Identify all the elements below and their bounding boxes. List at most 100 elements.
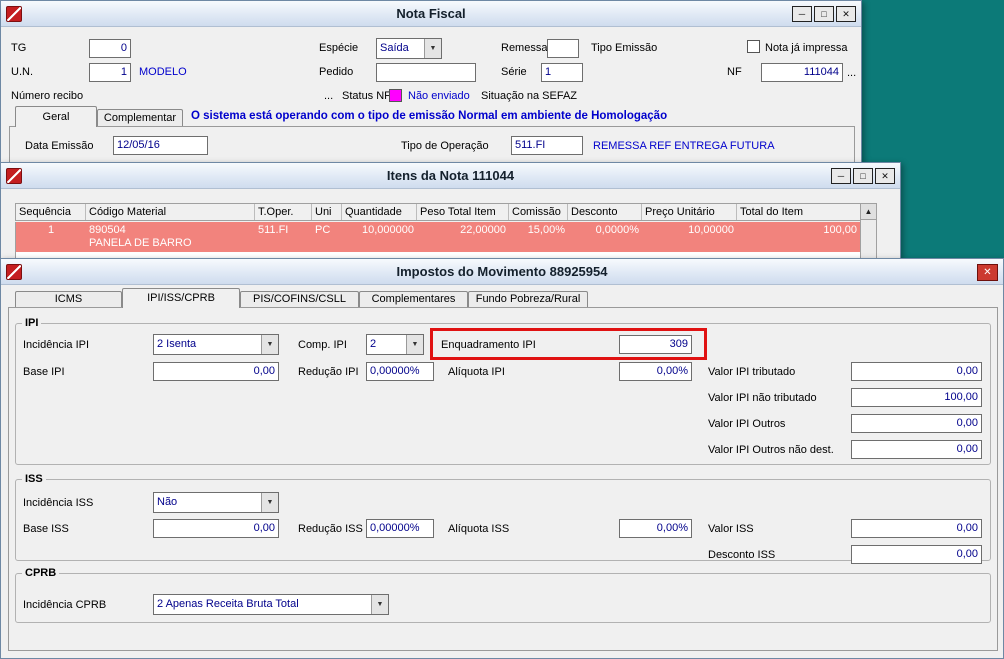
valor-ipi-outros-nao-dest-label: Valor IPI Outros não dest. [708, 444, 834, 456]
aliquota-ipi-input[interactable]: 0,00% [619, 362, 692, 381]
tipo-operacao-descricao: REMESSA REF ENTREGA FUTURA [593, 140, 775, 152]
status-nfe-value: Não enviado [408, 90, 470, 102]
tipo-emissao-label: Tipo Emissão [591, 42, 658, 54]
cell-preco-unitario: 10,00000 [688, 224, 734, 236]
close-button[interactable]: ✕ [836, 6, 856, 22]
tg-input[interactable]: 0 [89, 39, 131, 58]
maximize-button[interactable]: □ [814, 6, 834, 22]
tab-geral[interactable]: Geral [15, 106, 97, 127]
numero-recibo-label: Número recibo [11, 90, 84, 102]
aliquota-iss-label: Alíquota ISS [448, 523, 510, 535]
reducao-iss-input[interactable]: 0,00000% [366, 519, 434, 538]
close-button[interactable]: ✕ [977, 264, 998, 281]
valor-ipi-nao-tributado-label: Valor IPI não tributado [708, 392, 817, 404]
enquadramento-ipi-label: Enquadramento IPI [441, 339, 536, 351]
itens-titlebar[interactable]: Itens da Nota 111044 ─ □ ✕ [1, 163, 900, 189]
nota-ja-impressa-label: Nota já impressa [765, 42, 848, 54]
itens-scrollbar[interactable]: ▲ [860, 203, 877, 260]
un-input[interactable]: 1 [89, 63, 131, 82]
col-t-oper: T.Oper. [255, 204, 312, 220]
tipo-operacao-input[interactable]: 511.FI [511, 136, 583, 155]
window-controls: ✕ [977, 264, 998, 281]
reducao-iss-label: Redução ISS [298, 523, 363, 535]
window-controls: ─ □ ✕ [792, 6, 856, 22]
col-uni: Uni [312, 204, 342, 220]
chevron-down-icon: ▼ [261, 335, 278, 354]
tab-ipi-iss-cprb[interactable]: IPI/ISS/CPRB [122, 288, 240, 308]
minimize-button[interactable]: ─ [792, 6, 812, 22]
remessa-input[interactable] [547, 39, 579, 58]
pedido-input[interactable] [376, 63, 476, 82]
cell-desconto: 0,0000% [595, 224, 639, 236]
chevron-down-icon: ▼ [424, 39, 441, 58]
ipi-group-legend: IPI [25, 317, 39, 329]
incidencia-ipi-select[interactable]: 2 Isenta ▼ [153, 334, 279, 355]
window-itens-da-nota: Itens da Nota 111044 ─ □ ✕ Sequência Cód… [0, 162, 901, 260]
close-button[interactable]: ✕ [875, 168, 895, 184]
nf-label: NF [727, 66, 742, 78]
nf-input[interactable]: 111044 [761, 63, 843, 82]
cell-total-do-item: 100,00 [823, 224, 857, 236]
valor-ipi-outros-label: Valor IPI Outros [708, 418, 786, 430]
valor-iss-input[interactable]: 0,00 [851, 519, 982, 538]
base-iss-label: Base ISS [23, 523, 69, 535]
valor-ipi-tributado-input[interactable]: 0,00 [851, 362, 982, 381]
reducao-ipi-input[interactable]: 0,00000% [366, 362, 434, 381]
itens-grid-header: Sequência Código Material T.Oper. Uni Qu… [15, 203, 861, 221]
iss-group: ISS [15, 473, 991, 561]
incidencia-iss-value: Não [157, 496, 178, 508]
col-codigo-material: Código Material [86, 204, 255, 220]
recibo-ellipsis-button[interactable]: ... [324, 90, 333, 103]
chevron-down-icon: ▼ [406, 335, 423, 354]
incidencia-iss-select[interactable]: Não ▼ [153, 492, 279, 513]
tab-complementar[interactable]: Complementar [97, 109, 183, 126]
enquadramento-ipi-input[interactable]: 309 [619, 335, 692, 354]
col-preco-unitario: Preço Unitário [642, 204, 737, 220]
valor-iss-label: Valor ISS [708, 523, 754, 535]
incidencia-iss-label: Incidência ISS [23, 497, 94, 509]
un-descricao: MODELO [139, 66, 187, 78]
comp-ipi-select[interactable]: 2 ▼ [366, 334, 424, 355]
iss-group-legend: ISS [25, 473, 43, 485]
valor-ipi-outros-input[interactable]: 0,00 [851, 414, 982, 433]
base-iss-input[interactable]: 0,00 [153, 519, 279, 538]
cell-uni: PC [315, 224, 331, 236]
scroll-up-button[interactable]: ▲ [861, 204, 876, 220]
cell-comissao: 15,00% [527, 224, 565, 236]
col-comissao: Comissão [509, 204, 568, 220]
col-quantidade: Quantidade [342, 204, 417, 220]
material-descricao: PANELA DE BARRO [89, 237, 192, 249]
incidencia-cprb-label: Incidência CPRB [23, 599, 107, 611]
aliquota-iss-input[interactable]: 0,00% [619, 519, 692, 538]
scroll-up-icon: ▲ [864, 207, 873, 216]
data-emissao-input[interactable]: 12/05/16 [113, 136, 208, 155]
maximize-button[interactable]: □ [853, 168, 873, 184]
base-ipi-input[interactable]: 0,00 [153, 362, 279, 381]
nota-ja-impressa-checkbox[interactable] [747, 40, 760, 53]
especie-select[interactable]: Saída ▼ [376, 38, 442, 59]
incidencia-cprb-select[interactable]: 2 Apenas Receita Bruta Total ▼ [153, 594, 389, 615]
serie-input[interactable]: 1 [541, 63, 583, 82]
tab-fundo-pobreza-rural[interactable]: Fundo Pobreza/Rural [468, 291, 588, 307]
valor-ipi-nao-tributado-input[interactable]: 100,00 [851, 388, 982, 407]
cprb-group-legend: CPRB [25, 567, 57, 579]
comp-ipi-label: Comp. IPI [298, 339, 347, 351]
tab-pis-cofins-csll[interactable]: PIS/COFINS/CSLL [240, 291, 359, 307]
window-nota-fiscal: Nota Fiscal ─ □ ✕ TG 0 Espécie Saída ▼ R… [0, 0, 862, 170]
especie-label: Espécie [319, 42, 359, 54]
col-total-do-item: Total do Item [740, 206, 803, 218]
impostos-window-title: Impostos do Movimento 88925954 [396, 264, 608, 279]
impostos-titlebar[interactable]: Impostos do Movimento 88925954 ✕ [1, 259, 1003, 285]
minimize-button[interactable]: ─ [831, 168, 851, 184]
desconto-iss-input[interactable]: 0,00 [851, 545, 982, 564]
aliquota-ipi-label: Alíquota IPI [448, 366, 505, 378]
nf-ellipsis-button[interactable]: ... [847, 67, 856, 80]
chevron-down-icon: ▼ [261, 493, 278, 512]
nota-fiscal-titlebar[interactable]: Nota Fiscal ─ □ ✕ [1, 1, 861, 27]
desconto-iss-label: Desconto ISS [708, 549, 776, 561]
tab-icms[interactable]: ICMS [15, 291, 122, 307]
item-row[interactable]: 1 890504 PANELA DE BARRO 511.FI PC 10,00… [16, 222, 860, 252]
tab-complementares[interactable]: Complementares [359, 291, 468, 307]
codigo-material-valor: 890504 [89, 224, 126, 236]
valor-ipi-outros-nao-dest-input[interactable]: 0,00 [851, 440, 982, 459]
